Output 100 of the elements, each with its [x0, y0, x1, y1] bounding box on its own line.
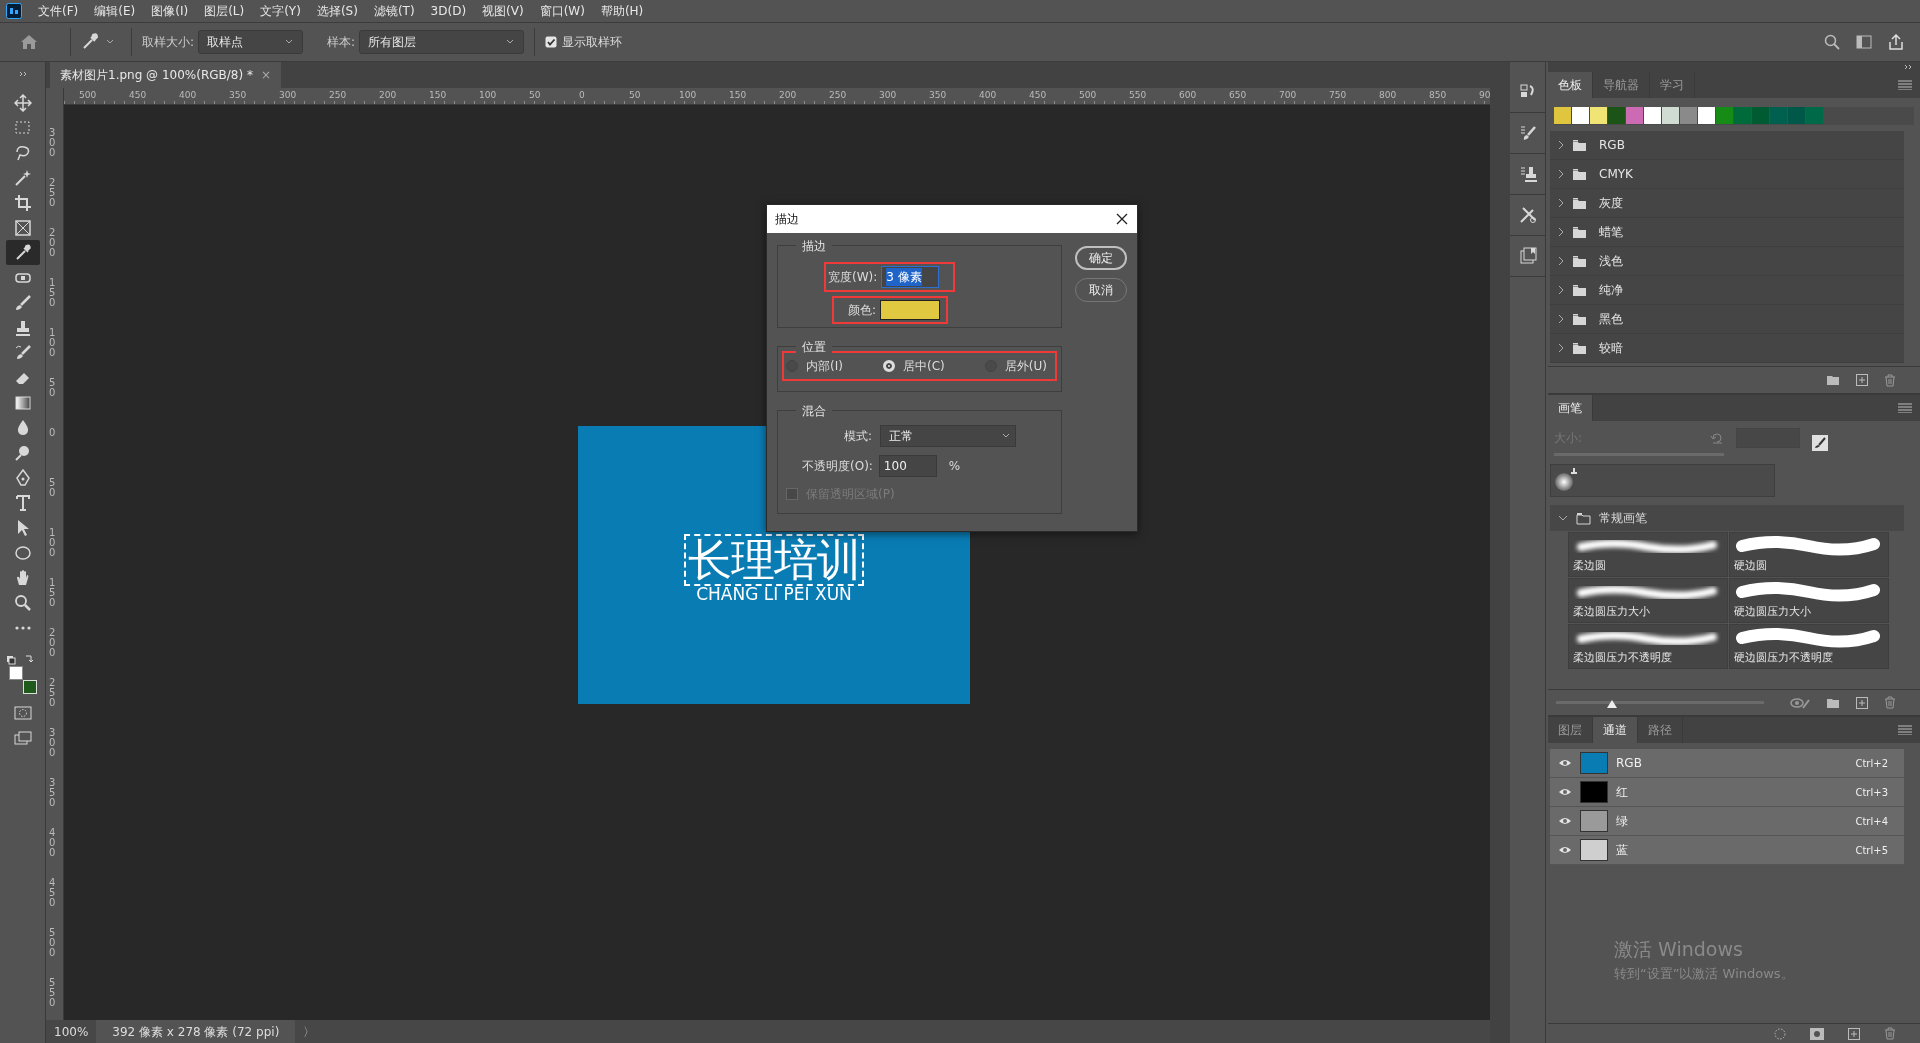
slider-thumb[interactable] [1606, 699, 1619, 709]
eyedropper-icon[interactable] [81, 33, 99, 51]
folder-row[interactable]: 灰度 [1550, 189, 1904, 218]
menu-icon[interactable] [1898, 725, 1912, 735]
panel-tab[interactable]: 画笔 [1548, 395, 1593, 421]
mask-icon[interactable] [1810, 1027, 1824, 1040]
folder-row[interactable]: 较暗 [1550, 334, 1904, 363]
add-icon[interactable] [1856, 696, 1868, 709]
brush-icon[interactable] [1812, 434, 1828, 451]
eye-icon[interactable] [1558, 816, 1572, 826]
tools-icon[interactable] [1518, 206, 1537, 224]
app-logo-icon[interactable] [6, 3, 22, 19]
folder-row[interactable]: 蜡笔 [1550, 218, 1904, 247]
folder-row[interactable]: 纯净 [1550, 276, 1904, 305]
color-swatch[interactable] [1770, 107, 1787, 124]
eye-brush-icon[interactable] [1790, 696, 1810, 709]
folder-row[interactable]: 黑色 [1550, 305, 1904, 334]
channel-row[interactable]: RGB Ctrl+2 [1550, 749, 1904, 778]
radio-option[interactable]: 居外(U) [984, 357, 1047, 375]
zoom-level[interactable]: 100% [46, 1022, 97, 1041]
menu-item[interactable]: 视图(V) [474, 2, 532, 20]
brush-preset[interactable]: 硬边圆 [1729, 532, 1889, 577]
color-swatch[interactable] [1554, 107, 1571, 124]
tool-button[interactable] [5, 240, 40, 265]
swap-colors-icon[interactable] [5, 654, 36, 665]
menu-item[interactable]: 3D(D) [422, 2, 475, 20]
color-swatch[interactable] [1608, 107, 1625, 124]
document-tab[interactable]: 素材图片1.png @ 100%(RGB/8) * × [50, 62, 281, 88]
brush-preset[interactable]: 柔边圆压力大小 [1568, 578, 1728, 623]
panel-tab[interactable]: 学习 [1650, 72, 1695, 98]
color-swatch[interactable] [1590, 107, 1607, 124]
eye-icon[interactable] [1558, 845, 1572, 855]
brush-panel-icon[interactable] [1518, 124, 1537, 142]
background-color-swatch[interactable] [22, 680, 37, 694]
mode-dropdown[interactable]: 正常 [880, 425, 1017, 447]
menu-item[interactable]: 帮助(H) [592, 2, 652, 20]
color-swatch[interactable] [1788, 107, 1805, 124]
search-icon[interactable] [1824, 34, 1840, 50]
cancel-button[interactable]: 取消 [1075, 278, 1127, 302]
radio-option[interactable]: 居中(C) [883, 357, 945, 375]
color-swatch[interactable] [1662, 107, 1679, 124]
foreground-color-swatch[interactable] [8, 666, 23, 680]
opacity-field[interactable]: 100 [878, 455, 937, 477]
brush-group-header[interactable]: 常规画笔 [1550, 505, 1904, 531]
trash-icon[interactable] [1884, 1027, 1896, 1040]
expand-button[interactable]: 〉 [295, 1022, 324, 1041]
workspace-icon[interactable] [1856, 35, 1872, 49]
panel-tab[interactable]: 色板 [1548, 72, 1593, 98]
menu-item[interactable]: 文件(F) [30, 2, 87, 20]
menu-icon[interactable] [1898, 80, 1912, 90]
ok-button[interactable]: 确定 [1075, 246, 1127, 270]
channel-row[interactable]: 绿 Ctrl+4 [1550, 807, 1904, 836]
brush-preset[interactable]: 柔边圆 [1568, 532, 1728, 577]
radio-option[interactable]: 内部(I) [786, 357, 843, 375]
brush-preset[interactable]: 硬边圆压力不透明度 [1729, 624, 1889, 669]
panel-tab[interactable]: 导航器 [1593, 72, 1650, 98]
folder-row[interactable]: 浅色 [1550, 247, 1904, 276]
width-field[interactable]: 3 像素 [881, 266, 940, 288]
selection-icon[interactable] [1774, 1027, 1786, 1040]
folder-row[interactable]: CMYK [1550, 160, 1904, 189]
share-icon[interactable] [1888, 34, 1904, 50]
channel-row[interactable]: 红 Ctrl+3 [1550, 778, 1904, 807]
sample-size-dropdown[interactable]: 取样点 [198, 30, 304, 54]
color-swatch[interactable] [1572, 107, 1589, 124]
eye-icon[interactable] [1558, 758, 1572, 768]
menu-item[interactable]: 编辑(E) [86, 2, 144, 20]
add-icon[interactable] [1848, 1027, 1860, 1040]
quick-mask-icon[interactable] [13, 705, 32, 720]
menu-icon[interactable] [1898, 403, 1912, 413]
trash-icon[interactable] [1884, 373, 1896, 387]
home-icon[interactable] [20, 34, 38, 50]
menu-item[interactable]: 图层(L) [196, 2, 253, 20]
folder-icon[interactable] [1826, 374, 1840, 386]
color-swatch[interactable] [1626, 107, 1643, 124]
collapse-icon[interactable] [18, 70, 29, 77]
trash-icon[interactable] [1884, 696, 1896, 709]
menu-item[interactable]: 滤镜(T) [365, 2, 423, 20]
menu-item[interactable]: 窗口(W) [531, 2, 593, 20]
menu-item[interactable]: 图像(I) [143, 2, 197, 20]
expand-icon[interactable] [1904, 64, 1914, 70]
folder-row[interactable]: RGB [1550, 131, 1904, 160]
caret-icon[interactable] [105, 38, 115, 46]
menu-item[interactable]: 选择(S) [308, 2, 366, 20]
checkbox[interactable] [545, 36, 558, 48]
close-icon[interactable] [1115, 212, 1129, 226]
color-swatch[interactable] [1806, 107, 1823, 124]
color-swatch[interactable] [1716, 107, 1733, 124]
color-swatch[interactable] [1680, 107, 1697, 124]
color-swatch[interactable] [1752, 107, 1769, 124]
sample-dropdown[interactable]: 所有图层 [359, 30, 525, 54]
panel-tab[interactable]: 通道 [1593, 717, 1638, 743]
stamp-panel-icon[interactable] [1518, 165, 1537, 183]
eye-icon[interactable] [1558, 787, 1572, 797]
library-icon[interactable] [1518, 247, 1537, 265]
add-icon[interactable] [1856, 374, 1868, 386]
color-swatch[interactable] [1644, 107, 1661, 124]
folder-icon[interactable] [1826, 696, 1840, 709]
panel-tab[interactable]: 路径 [1638, 717, 1683, 743]
color-swatch[interactable] [880, 300, 941, 320]
channel-row[interactable]: 蓝 Ctrl+5 [1550, 836, 1904, 865]
